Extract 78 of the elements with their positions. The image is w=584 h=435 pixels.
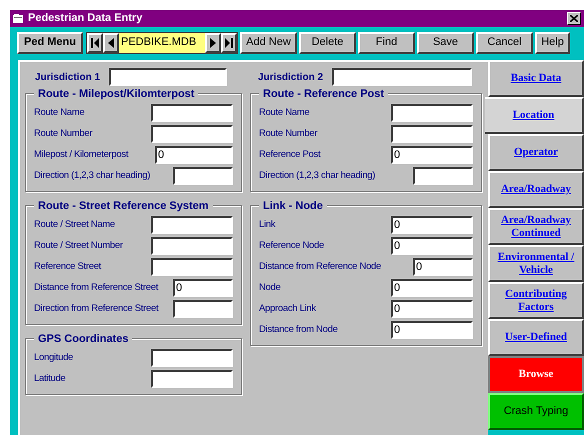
window-icon: [13, 14, 24, 24]
text-field[interactable]: [151, 104, 233, 122]
last-icon: [225, 38, 233, 48]
field-label: Distance from Reference Node: [259, 260, 382, 274]
text-field[interactable]: 0: [391, 300, 473, 318]
toolbar-button[interactable]: Add New: [240, 32, 297, 54]
database-name: PEDBIKE.MDB: [119, 32, 205, 52]
field-label: Route Number: [259, 126, 318, 141]
side-tab[interactable]: Basic Data: [488, 60, 584, 97]
field-label: Reference Street: [34, 260, 102, 274]
field-label: Route / Street Number: [34, 238, 123, 253]
previous-record-button[interactable]: [103, 32, 119, 52]
text-field[interactable]: 0: [391, 216, 473, 234]
text-field[interactable]: 0: [391, 279, 473, 297]
side-tab[interactable]: Contributing Factors: [488, 282, 584, 319]
text-field[interactable]: [151, 216, 233, 234]
side-tab[interactable]: User-Defined: [488, 319, 584, 356]
text-field[interactable]: [413, 167, 473, 185]
first-icon: [91, 38, 99, 48]
side-tab[interactable]: Area/Roadway Continued: [488, 208, 584, 245]
menu-button[interactable]: Ped Menu: [17, 32, 83, 54]
text-field[interactable]: 0: [173, 279, 233, 297]
toolbar-button[interactable]: Delete: [299, 32, 356, 54]
field-label: Reference Node: [259, 238, 324, 253]
group-title: Route - Milepost/Kilomterpost: [34, 86, 198, 102]
window-title: Pedestrian Data Entry: [28, 11, 144, 26]
text-field[interactable]: [332, 68, 472, 86]
field-label: Jurisdiction 2: [258, 70, 324, 84]
toolbar-button[interactable]: Cancel: [476, 32, 533, 54]
side-button[interactable]: Browse: [488, 356, 584, 393]
group-title: Route - Street Reference System: [34, 198, 213, 214]
field-label: Route / Street Name: [34, 218, 115, 232]
last-record-button[interactable]: [221, 32, 237, 52]
field-label: Reference Post: [259, 148, 320, 162]
text-field[interactable]: [391, 104, 473, 122]
text-field[interactable]: [151, 237, 233, 255]
side-tab[interactable]: Environmental / Vehicle: [488, 245, 584, 282]
side-tab[interactable]: Operator: [488, 134, 584, 171]
field-label: Distance from Reference Street: [34, 280, 158, 295]
text-field[interactable]: 0: [413, 258, 473, 276]
field-label: Distance from Node: [259, 322, 338, 337]
text-field[interactable]: [151, 258, 233, 276]
field-label: Latitude: [34, 372, 66, 386]
close-icon: [570, 15, 578, 22]
text-field[interactable]: [391, 125, 473, 143]
text-field[interactable]: [173, 300, 233, 318]
close-button[interactable]: [567, 12, 581, 25]
first-record-button[interactable]: [87, 32, 103, 52]
next-record-button[interactable]: [205, 32, 221, 52]
field-label: Link: [259, 218, 276, 232]
field-label: Direction (1,2,3 char heading): [259, 168, 376, 183]
next-icon: [210, 38, 216, 48]
field-label: Node: [259, 280, 281, 295]
previous-icon: [108, 38, 114, 48]
text-field[interactable]: 0: [155, 146, 233, 164]
text-field[interactable]: [173, 167, 233, 185]
text-field[interactable]: 0: [391, 321, 473, 339]
text-field[interactable]: 0: [391, 146, 473, 164]
field-label: Approach Link: [259, 302, 316, 316]
toolbar-button[interactable]: Find: [358, 32, 415, 54]
text-field[interactable]: [109, 68, 228, 86]
text-field[interactable]: [151, 370, 233, 388]
text-field[interactable]: [151, 349, 233, 367]
field-label: Longitude: [34, 350, 74, 365]
side-tab[interactable]: Location: [485, 97, 584, 134]
text-field[interactable]: [151, 125, 233, 143]
field-label: Route Name: [34, 106, 84, 120]
field-label: Route Name: [259, 106, 310, 120]
field-label: Jurisdiction 1: [35, 70, 100, 84]
side-button[interactable]: Crash Typing: [488, 393, 584, 430]
toolbar-button[interactable]: Save: [417, 32, 474, 54]
field-label: Direction from Reference Street: [34, 302, 158, 316]
toolbar-button[interactable]: Help: [535, 32, 570, 54]
field-label: Route Number: [34, 126, 92, 141]
side-tab[interactable]: Area/Roadway: [488, 171, 584, 208]
field-label: Direction (1,2,3 char heading): [34, 168, 150, 183]
field-label: Milepost / Kilometerpost: [34, 148, 128, 162]
text-field[interactable]: 0: [391, 237, 473, 255]
